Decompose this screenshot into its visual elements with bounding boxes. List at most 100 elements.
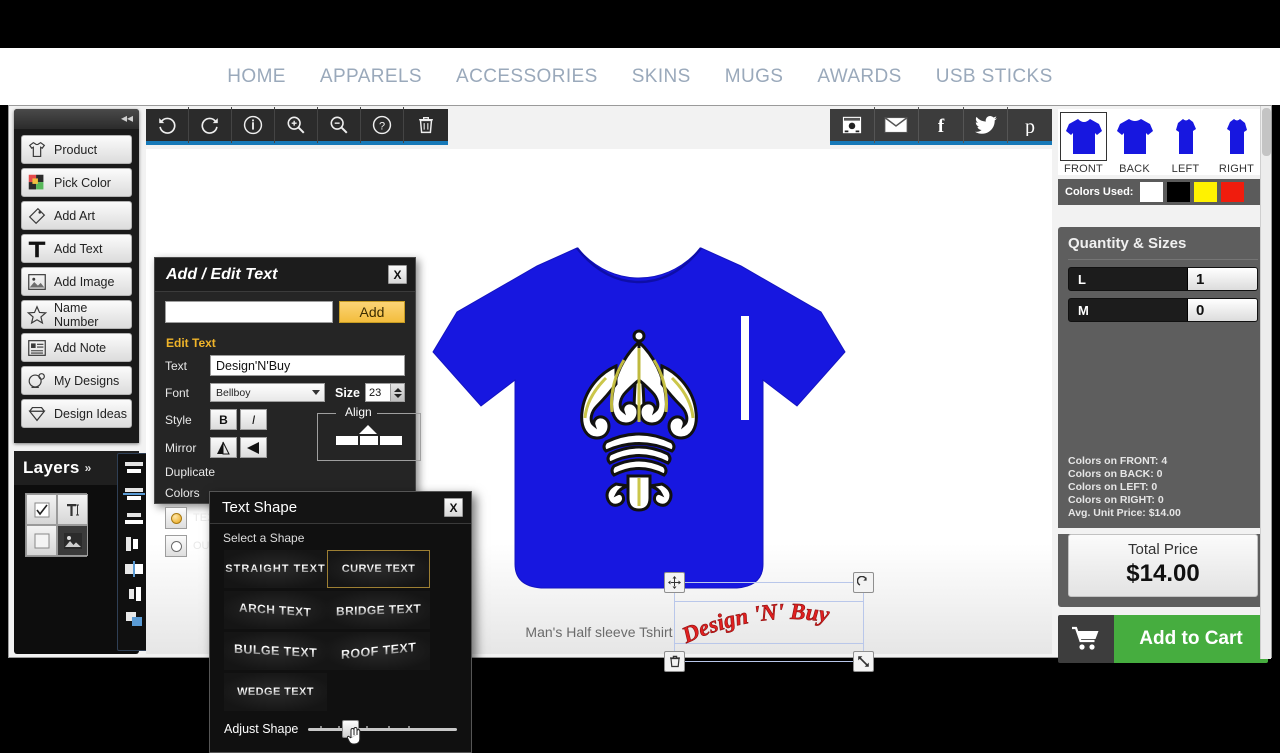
nav-item-awards[interactable]: AWARDS xyxy=(817,66,901,88)
tool-add-text[interactable]: Add Text xyxy=(21,234,132,263)
align-buttons-icon[interactable] xyxy=(326,425,416,455)
view-back[interactable]: BACK xyxy=(1109,109,1160,175)
tool-add-image[interactable]: Add Image xyxy=(21,267,132,296)
add-text-input[interactable] xyxy=(165,301,333,323)
color-swatch-yellow[interactable] xyxy=(1194,182,1218,202)
delete-handle[interactable] xyxy=(664,651,685,672)
italic-button[interactable]: I xyxy=(240,409,267,430)
style-label: Style xyxy=(165,412,192,427)
scrollbar-thumb[interactable] xyxy=(1262,108,1271,156)
view-left[interactable]: LEFT xyxy=(1160,109,1211,175)
nav-item-skins[interactable]: SKINS xyxy=(632,66,691,88)
quantity-input-l[interactable]: 1 xyxy=(1187,268,1257,290)
color-swatch-white[interactable] xyxy=(1140,182,1164,202)
shape-straight-text[interactable]: STRAIGHT TEXT xyxy=(224,550,327,588)
fleur-de-lis-art[interactable] xyxy=(554,314,724,514)
layer-item-art[interactable] xyxy=(57,525,88,556)
rotate-handle[interactable] xyxy=(853,572,874,593)
resize-handle[interactable] xyxy=(853,651,874,672)
pinterest-icon[interactable]: p xyxy=(1008,107,1052,143)
shape-roof-text[interactable]: ROOF TEXT xyxy=(327,632,430,670)
shape-wedge-text[interactable]: WEDGE TEXT xyxy=(224,673,327,711)
nav-item-accessories[interactable]: ACCESSORIES xyxy=(456,66,598,88)
close-icon[interactable]: X xyxy=(444,498,463,517)
nav-item-usb-sticks[interactable]: USB STICKS xyxy=(936,66,1053,88)
move-handle[interactable] xyxy=(664,572,685,593)
zoom-out-icon[interactable] xyxy=(318,107,361,143)
redo-icon[interactable] xyxy=(189,107,232,143)
email-icon[interactable] xyxy=(875,107,920,143)
nav-item-apparels[interactable]: APPARELS xyxy=(320,66,422,88)
view-right[interactable]: RIGHT xyxy=(1211,109,1262,175)
align-vertical-center-icon[interactable] xyxy=(122,484,146,503)
add-text-button[interactable]: Add xyxy=(339,301,405,323)
layer-item-text[interactable] xyxy=(57,494,88,525)
text-field-input[interactable]: Design'N'Buy xyxy=(210,355,405,376)
shape-curve-text[interactable]: CURVE TEXT xyxy=(327,550,430,588)
tool-add-art[interactable]: Add Art xyxy=(21,201,132,230)
add-to-cart-row[interactable]: Add to Cart xyxy=(1058,615,1268,663)
tool-add-note[interactable]: Add Note xyxy=(21,333,132,362)
quantity-row-l[interactable]: L 1 xyxy=(1068,267,1258,291)
text-shape-dialog[interactable]: Text Shape X Select a Shape STRAIGHT TEX… xyxy=(209,491,472,753)
text-selection-box[interactable]: Design 'N' Buy xyxy=(664,572,874,672)
color-swatch-red[interactable] xyxy=(1221,182,1245,202)
add-to-cart-button[interactable]: Add to Cart xyxy=(1114,615,1268,663)
mirror-vertical-button[interactable] xyxy=(210,437,237,458)
tool-name-number[interactable]: Name Number xyxy=(21,300,132,329)
twitter-icon[interactable] xyxy=(964,107,1009,143)
tool-label: Design Ideas xyxy=(54,406,127,421)
align-horizontal-center-icon[interactable] xyxy=(122,559,146,578)
size-input[interactable]: 23 xyxy=(365,383,391,402)
mirror-horizontal-button[interactable] xyxy=(240,437,267,458)
layer-visibility-checkbox[interactable] xyxy=(26,494,57,525)
tool-pick-color[interactable]: Pick Color xyxy=(21,168,132,197)
right-panel: FRONT BACK LEFT RIGHT Colors Used: Quant… xyxy=(1058,109,1268,663)
bold-button[interactable]: B xyxy=(210,409,237,430)
app-scrollbar[interactable] xyxy=(1260,106,1271,659)
bring-forward-icon[interactable] xyxy=(122,609,146,628)
size-stepper[interactable] xyxy=(391,383,405,402)
tool-design-ideas[interactable]: Design Ideas xyxy=(21,399,132,428)
align-bottom-icon[interactable] xyxy=(122,509,146,528)
trash-icon[interactable] xyxy=(404,107,447,143)
align-right-icon[interactable] xyxy=(122,584,146,603)
help-icon[interactable]: ? xyxy=(361,107,404,143)
view-front[interactable]: FRONT xyxy=(1058,109,1109,175)
shape-bulge-text[interactable]: BULGE TEXT xyxy=(224,632,327,670)
adjust-shape-slider[interactable] xyxy=(308,720,457,745)
chevron-right-icon[interactable]: » xyxy=(85,461,92,475)
collapse-icon[interactable]: ◂◂ xyxy=(121,112,133,124)
palette-icon xyxy=(26,172,48,194)
facebook-icon[interactable]: f xyxy=(919,107,964,143)
undo-icon[interactable] xyxy=(146,107,189,143)
stepper-down-icon[interactable] xyxy=(393,393,402,398)
color-swatch-black[interactable] xyxy=(1167,182,1191,202)
quantity-input-m[interactable]: 0 xyxy=(1187,299,1257,321)
zoom-in-icon[interactable] xyxy=(275,107,318,143)
screenshot-icon[interactable] xyxy=(830,107,875,143)
info-icon[interactable] xyxy=(232,107,275,143)
colors-right-line: Colors on RIGHT: 0 xyxy=(1068,494,1164,506)
quantity-row-m[interactable]: M 0 xyxy=(1068,298,1258,322)
avg-unit-price-line: Avg. Unit Price: $14.00 xyxy=(1068,507,1181,519)
add-edit-text-dialog[interactable]: Add / Edit Text X Add Edit Text Text Des… xyxy=(154,257,421,557)
tool-product[interactable]: Product xyxy=(21,135,132,164)
total-price-value: $14.00 xyxy=(1126,560,1200,587)
fill-radio[interactable] xyxy=(165,507,187,529)
shape-bridge-text[interactable]: BRIDGE TEXT xyxy=(327,591,430,629)
align-top-icon[interactable] xyxy=(122,459,146,478)
nav-item-home[interactable]: HOME xyxy=(227,66,286,88)
product-preview[interactable]: Design 'N' Buy xyxy=(429,234,874,672)
stepper-up-icon[interactable] xyxy=(393,387,402,392)
shopping-cart-icon[interactable] xyxy=(1058,615,1114,663)
layer-visibility-checkbox-2[interactable] xyxy=(26,525,57,556)
font-select[interactable]: Bellboy xyxy=(210,383,325,402)
colors-front-line: Colors on FRONT: 4 xyxy=(1068,455,1168,467)
align-left-icon[interactable] xyxy=(122,534,146,553)
shape-arch-text[interactable]: ARCH TEXT xyxy=(224,591,327,629)
close-icon[interactable]: X xyxy=(388,265,407,284)
outline-radio[interactable] xyxy=(165,535,187,557)
tool-my-designs[interactable]: My Designs xyxy=(21,366,132,395)
nav-item-mugs[interactable]: MUGS xyxy=(725,66,784,88)
